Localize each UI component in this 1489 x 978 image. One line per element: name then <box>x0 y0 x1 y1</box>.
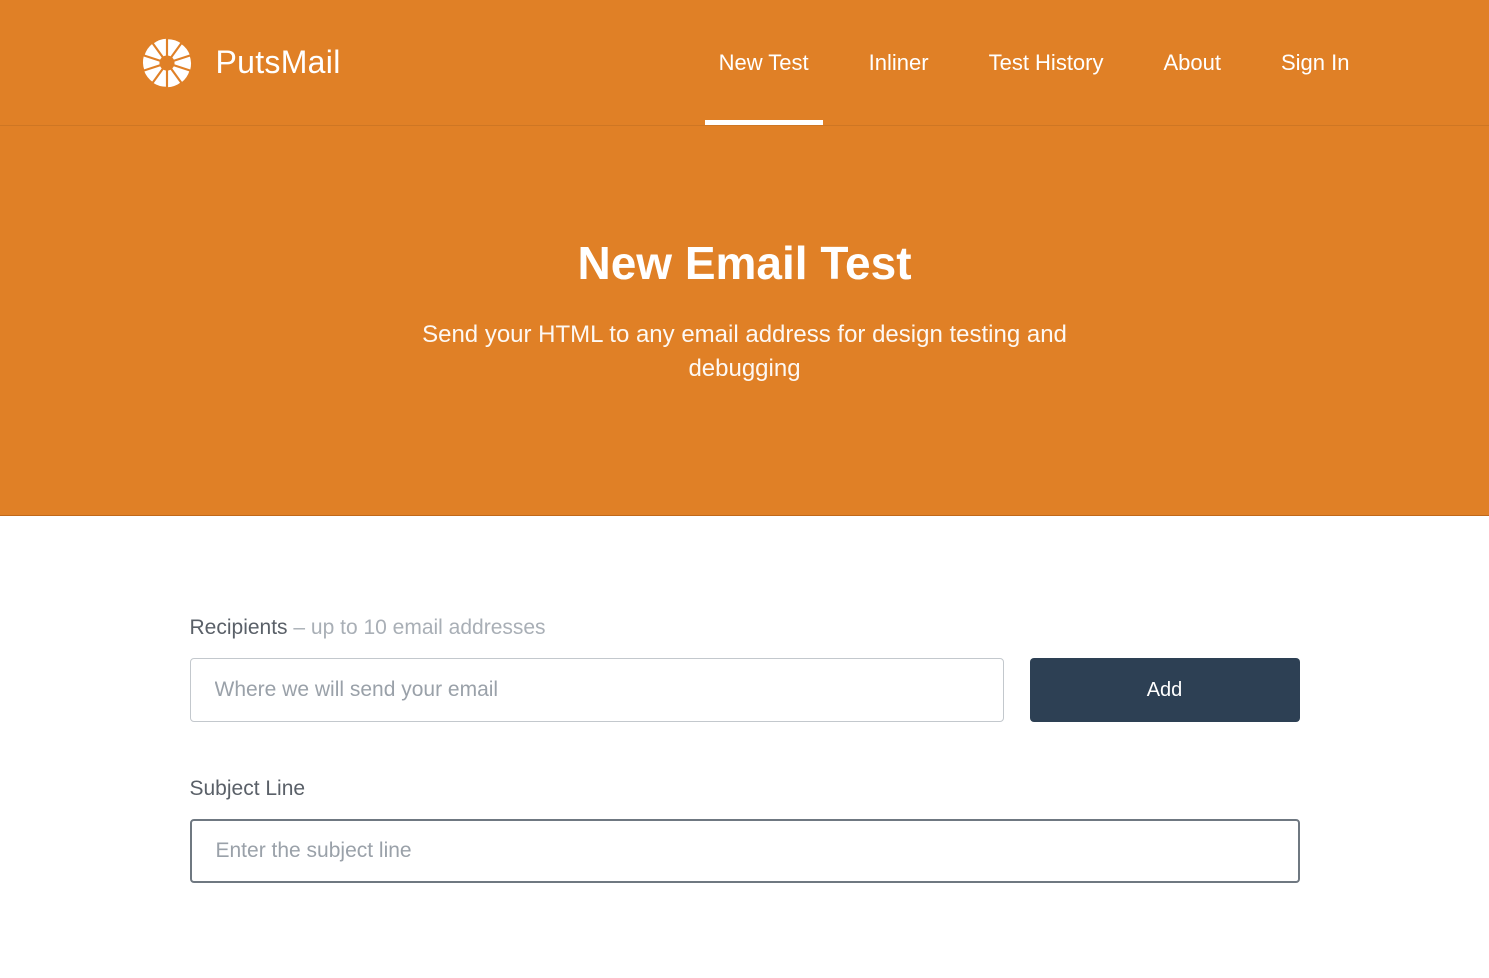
recipients-label: Recipients – up to 10 email addresses <box>190 616 1300 640</box>
header-inner: PutsMail New Test Inliner Test History A… <box>120 0 1370 125</box>
subject-label: Subject Line <box>190 777 1300 801</box>
hero-subtitle: Send your HTML to any email address for … <box>395 318 1095 385</box>
nav-test-history[interactable]: Test History <box>989 0 1104 125</box>
recipients-hint: – up to 10 email addresses <box>288 616 546 639</box>
recipients-row: Add <box>190 658 1300 722</box>
subject-field: Subject Line <box>190 777 1300 883</box>
nav-new-test[interactable]: New Test <box>719 0 809 125</box>
recipients-label-text: Recipients <box>190 616 288 639</box>
add-button[interactable]: Add <box>1030 658 1300 722</box>
brand[interactable]: PutsMail <box>140 36 341 90</box>
recipient-input[interactable] <box>190 658 1004 722</box>
subject-label-text: Subject Line <box>190 777 306 800</box>
subject-input[interactable] <box>190 819 1300 883</box>
hero-title: New Email Test <box>20 236 1469 290</box>
recipients-field: Recipients – up to 10 email addresses Ad… <box>190 616 1300 722</box>
logo-icon <box>140 36 194 90</box>
brand-name: PutsMail <box>216 44 341 81</box>
nav-about[interactable]: About <box>1164 0 1222 125</box>
nav-sign-in[interactable]: Sign In <box>1281 0 1350 125</box>
form-section: Recipients – up to 10 email addresses Ad… <box>170 516 1320 978</box>
header: PutsMail New Test Inliner Test History A… <box>0 0 1489 126</box>
nav-inliner[interactable]: Inliner <box>869 0 929 125</box>
hero: New Email Test Send your HTML to any ema… <box>0 126 1489 516</box>
nav: New Test Inliner Test History About Sign… <box>719 0 1350 125</box>
